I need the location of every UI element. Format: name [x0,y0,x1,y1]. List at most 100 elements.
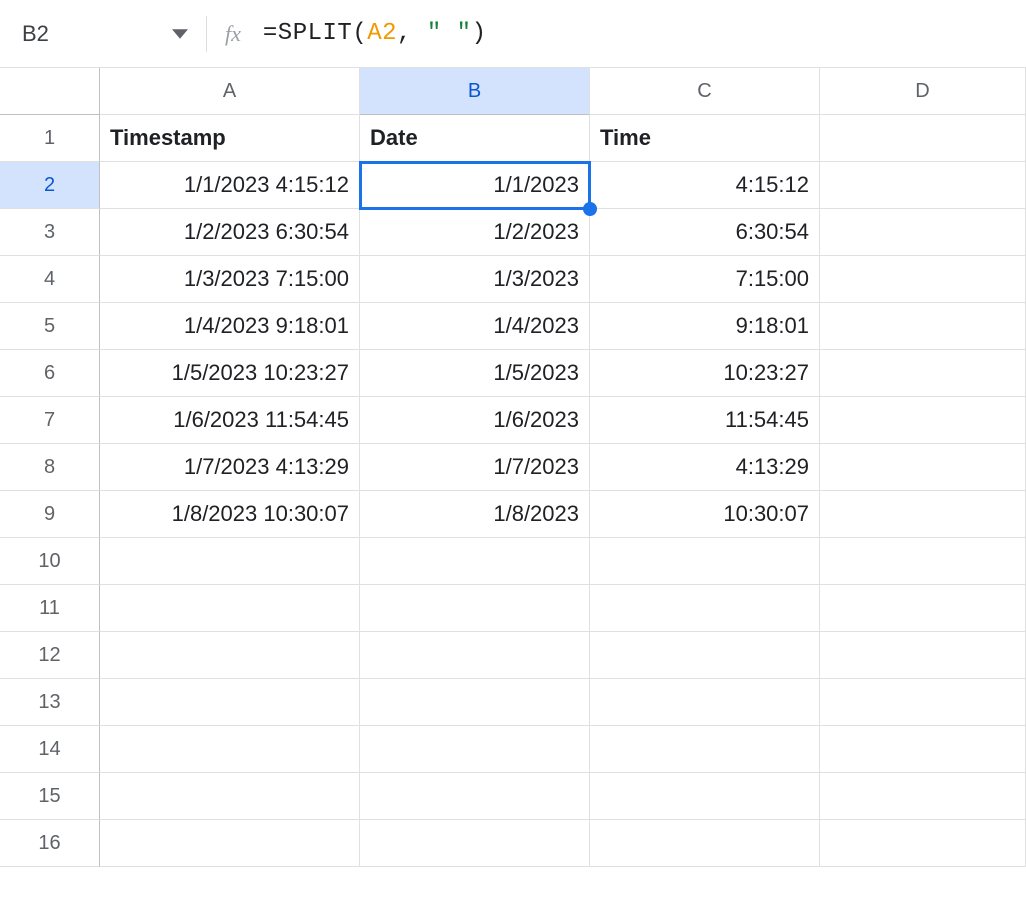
spreadsheet-grid[interactable]: ABCD1TimestampDateTime21/1/2023 4:15:121… [0,68,1026,867]
cell-A5[interactable]: 1/4/2023 9:18:01 [100,303,360,350]
cell-D10[interactable] [820,538,1026,585]
formula-bar: B2 fx =SPLIT(A2, " ") [0,0,1026,68]
formula-token-fn: SPLIT [278,20,353,47]
name-box-dropdown-icon[interactable] [160,26,200,42]
cell-D7[interactable] [820,397,1026,444]
cell-B2[interactable]: 1/1/2023 [360,162,590,209]
cell-C3[interactable]: 6:30:54 [590,209,820,256]
cell-A3[interactable]: 1/2/2023 6:30:54 [100,209,360,256]
row-header-1[interactable]: 1 [0,115,100,162]
row-header-14[interactable]: 14 [0,726,100,773]
fx-icon: fx [225,21,241,47]
cell-B13[interactable] [360,679,590,726]
cell-A14[interactable] [100,726,360,773]
cell-C9[interactable]: 10:30:07 [590,491,820,538]
cell-B8[interactable]: 1/7/2023 [360,444,590,491]
formula-token-eq: = [263,20,278,47]
cell-B7[interactable]: 1/6/2023 [360,397,590,444]
name-box[interactable]: B2 [10,0,200,67]
cell-C14[interactable] [590,726,820,773]
cell-B16[interactable] [360,820,590,867]
cell-A7[interactable]: 1/6/2023 11:54:45 [100,397,360,444]
cell-D8[interactable] [820,444,1026,491]
cell-A10[interactable] [100,538,360,585]
row-header-6[interactable]: 6 [0,350,100,397]
cell-C4[interactable]: 7:15:00 [590,256,820,303]
row-header-2[interactable]: 2 [0,162,100,209]
cell-B1[interactable]: Date [360,115,590,162]
row-header-12[interactable]: 12 [0,632,100,679]
cell-C7[interactable]: 11:54:45 [590,397,820,444]
cell-A4[interactable]: 1/3/2023 7:15:00 [100,256,360,303]
cell-C16[interactable] [590,820,820,867]
cell-D9[interactable] [820,491,1026,538]
column-header-C[interactable]: C [590,68,820,115]
cell-A8[interactable]: 1/7/2023 4:13:29 [100,444,360,491]
row-header-4[interactable]: 4 [0,256,100,303]
selection-fill-handle[interactable] [583,202,597,216]
cell-B15[interactable] [360,773,590,820]
row-header-5[interactable]: 5 [0,303,100,350]
row-header-13[interactable]: 13 [0,679,100,726]
cell-A12[interactable] [100,632,360,679]
cell-A13[interactable] [100,679,360,726]
row-header-8[interactable]: 8 [0,444,100,491]
column-header-D[interactable]: D [820,68,1026,115]
cell-D6[interactable] [820,350,1026,397]
row-header-9[interactable]: 9 [0,491,100,538]
cell-A2[interactable]: 1/1/2023 4:15:12 [100,162,360,209]
cell-A9[interactable]: 1/8/2023 10:30:07 [100,491,360,538]
formula-bar-separator [206,16,207,52]
cell-C8[interactable]: 4:13:29 [590,444,820,491]
formula-input[interactable]: =SPLIT(A2, " ") [263,20,487,47]
cell-A15[interactable] [100,773,360,820]
cell-C11[interactable] [590,585,820,632]
row-header-15[interactable]: 15 [0,773,100,820]
cell-C12[interactable] [590,632,820,679]
formula-token-open: ( [352,20,367,47]
cell-D14[interactable] [820,726,1026,773]
cell-D15[interactable] [820,773,1026,820]
formula-token-str: " " [427,20,472,47]
cell-D1[interactable] [820,115,1026,162]
cell-D13[interactable] [820,679,1026,726]
cell-C10[interactable] [590,538,820,585]
cell-A11[interactable] [100,585,360,632]
cell-B5[interactable]: 1/4/2023 [360,303,590,350]
cell-B4[interactable]: 1/3/2023 [360,256,590,303]
cell-B3[interactable]: 1/2/2023 [360,209,590,256]
cell-C5[interactable]: 9:18:01 [590,303,820,350]
cell-C13[interactable] [590,679,820,726]
cell-B6[interactable]: 1/5/2023 [360,350,590,397]
formula-token-space [412,20,427,47]
cell-D5[interactable] [820,303,1026,350]
row-header-11[interactable]: 11 [0,585,100,632]
cell-B11[interactable] [360,585,590,632]
cell-D2[interactable] [820,162,1026,209]
column-header-A[interactable]: A [100,68,360,115]
cell-C6[interactable]: 10:23:27 [590,350,820,397]
row-header-16[interactable]: 16 [0,820,100,867]
cell-D3[interactable] [820,209,1026,256]
column-header-B[interactable]: B [360,68,590,115]
row-header-3[interactable]: 3 [0,209,100,256]
cell-C15[interactable] [590,773,820,820]
cell-C1[interactable]: Time [590,115,820,162]
cell-B10[interactable] [360,538,590,585]
cell-A1[interactable]: Timestamp [100,115,360,162]
row-header-7[interactable]: 7 [0,397,100,444]
formula-token-comma: , [397,20,412,47]
formula-token-close: ) [472,20,487,47]
cell-D12[interactable] [820,632,1026,679]
cell-A16[interactable] [100,820,360,867]
cell-C2[interactable]: 4:15:12 [590,162,820,209]
cell-B12[interactable] [360,632,590,679]
cell-D11[interactable] [820,585,1026,632]
cell-D16[interactable] [820,820,1026,867]
row-header-10[interactable]: 10 [0,538,100,585]
select-all-corner[interactable] [0,68,100,115]
cell-D4[interactable] [820,256,1026,303]
cell-B9[interactable]: 1/8/2023 [360,491,590,538]
cell-A6[interactable]: 1/5/2023 10:23:27 [100,350,360,397]
cell-B14[interactable] [360,726,590,773]
